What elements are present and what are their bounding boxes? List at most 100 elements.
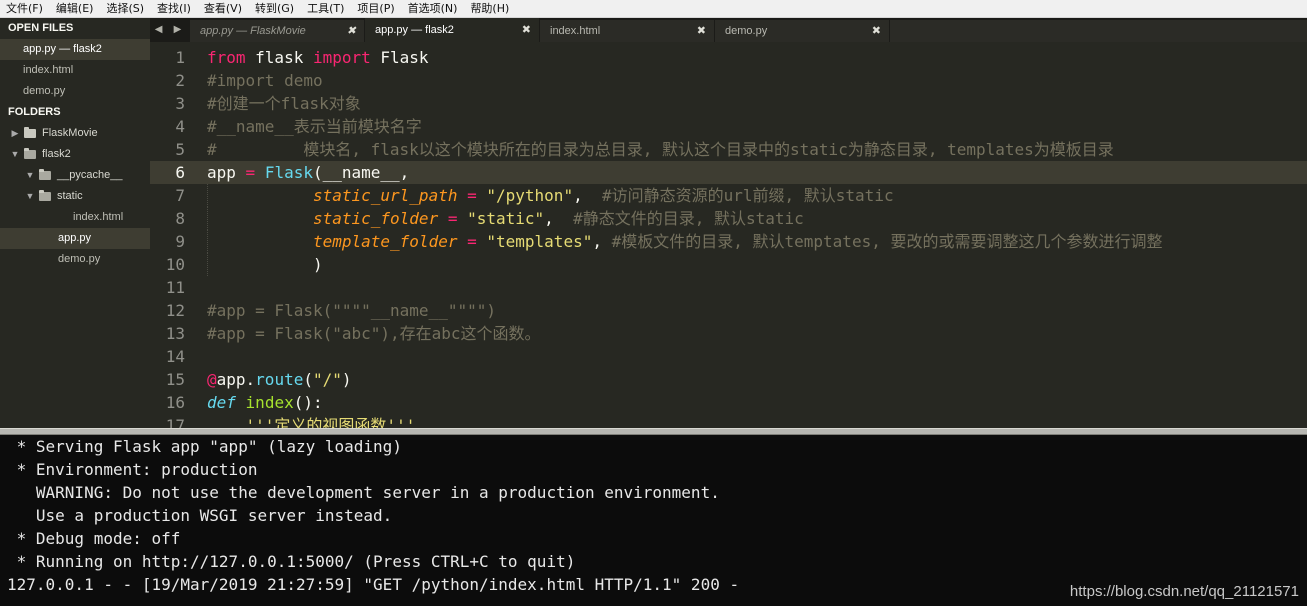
code-line-11[interactable]	[207, 276, 1307, 299]
code-line-6-current[interactable]: app = Flask(__name__,	[200, 161, 1307, 184]
token-comment: #静态文件的目录, 默认static	[573, 209, 804, 228]
code-line-5[interactable]: # 模块名, flask以这个模块所在的目录为总目录, 默认这个目录中的stat…	[207, 138, 1307, 161]
indent-guide	[207, 230, 208, 253]
code-line-13[interactable]: #app = Flask("abc"),存在abc这个函数。	[207, 322, 1307, 345]
tree-file-app-py[interactable]: app.py	[0, 228, 150, 249]
code-line-3[interactable]: #创建一个flask对象	[207, 92, 1307, 115]
console-line: Use a production WSGI server instead.	[7, 506, 393, 525]
folder-static[interactable]: ▼ static	[0, 186, 150, 207]
menu-edit[interactable]: 编辑(E)	[50, 0, 101, 17]
tree-file-demo-py[interactable]: demo.py	[0, 249, 150, 270]
menu-find[interactable]: 查找(I)	[151, 0, 198, 17]
line-number: 3	[175, 94, 185, 113]
line-number: 11	[165, 278, 185, 297]
tab-label: app.py — FlaskMovie	[200, 25, 306, 37]
token-separator: ,	[544, 209, 574, 228]
open-file-index-html[interactable]: index.html	[0, 60, 150, 81]
menu-view[interactable]: 查看(V)	[198, 0, 249, 17]
tab-index-html[interactable]: index.html ✖	[540, 20, 715, 42]
menu-help[interactable]: 帮助(H)	[464, 0, 516, 17]
token-args: (__name__,	[312, 163, 410, 182]
menu-preferences[interactable]: 首选项(N)	[402, 0, 465, 17]
token-comment: #创建一个flask对象	[207, 94, 361, 113]
code-line-12[interactable]: #app = Flask(""""__name__"""")	[207, 299, 1307, 322]
code-line-16[interactable]: def index():	[207, 391, 1307, 414]
line-number: 13	[165, 324, 185, 343]
code-lines[interactable]: from flask import Flask #import demo #创建…	[200, 46, 1307, 428]
line-number: 4	[175, 117, 185, 136]
tab-app-py-flaskmovie[interactable]: app.py — FlaskMovie ✖	[190, 20, 365, 42]
console-line: * Running on http://127.0.0.1:5000/ (Pre…	[7, 552, 576, 571]
open-file-app-py[interactable]: app.py — flask2	[0, 39, 150, 60]
token-comment: #app = Flask(""""__name__"""")	[207, 301, 496, 320]
menu-tools[interactable]: 工具(T)	[301, 0, 351, 17]
code-line-14[interactable]	[207, 345, 1307, 368]
token-comment: #模板文件的目录, 默认temptates, 要改的或需要调整这几个参数进行调整	[611, 232, 1163, 251]
line-number-current: 6	[150, 161, 200, 184]
panel-splitter[interactable]	[0, 428, 1307, 435]
tab-app-py-flask2[interactable]: app.py — flask2 ✖	[365, 18, 540, 42]
folders-heading: FOLDERS	[8, 106, 61, 118]
open-folder-icon	[39, 190, 51, 201]
code-line-15[interactable]: @app.route("/")	[207, 368, 1307, 391]
indent-guide	[207, 253, 208, 276]
code-line-9[interactable]: template_folder = "templates", #模板文件的目录,…	[207, 230, 1307, 253]
expanded-arrow-icon[interactable]: ▼	[10, 144, 20, 165]
expanded-arrow-icon[interactable]: ▼	[25, 186, 35, 207]
token-string: "templates"	[486, 232, 593, 251]
token-parameter: template_folder	[312, 232, 458, 251]
watermark-url: https://blog.csdn.net/qq_21121571	[1069, 583, 1299, 600]
line-number: 12	[165, 301, 185, 320]
code-line-8[interactable]: static_folder = "static", #静态文件的目录, 默认st…	[207, 207, 1307, 230]
menu-project[interactable]: 项目(P)	[351, 0, 401, 17]
expanded-arrow-icon[interactable]: ▼	[25, 165, 35, 186]
tab-demo-py[interactable]: demo.py ✖	[715, 20, 890, 42]
close-icon[interactable]: ✖	[872, 20, 881, 42]
close-icon[interactable]: ✖	[347, 20, 356, 42]
folder-label: flask2	[42, 148, 71, 160]
token-name: Flask	[370, 48, 429, 67]
open-file-demo-py[interactable]: demo.py	[0, 81, 150, 102]
folder-flaskmovie[interactable]: ▶ FlaskMovie	[0, 123, 150, 144]
menu-goto[interactable]: 转到(G)	[249, 0, 301, 17]
tab-bar-empty-area[interactable]	[890, 20, 1307, 42]
code-line-10[interactable]: )	[207, 253, 1307, 276]
code-editor[interactable]: 1 2 3 4 5 6 7 8 9 10 11 12 13 14 15 16 1…	[150, 42, 1307, 428]
tab-bar: ◀ ▶ app.py — FlaskMovie ✖ app.py — flask…	[150, 18, 1307, 42]
tab-label: app.py — flask2	[375, 24, 454, 36]
token-paren: )	[312, 255, 323, 274]
token-module: flask	[245, 48, 313, 67]
open-folder-icon	[24, 148, 36, 159]
indent-guide	[207, 207, 208, 230]
code-line-17[interactable]: '''定义的视图函数'''	[207, 414, 1307, 428]
collapsed-arrow-icon[interactable]: ▶	[10, 123, 20, 144]
token-object: app.	[216, 370, 256, 389]
token-operator: =	[235, 163, 265, 182]
console-line: WARNING: Do not use the development serv…	[7, 483, 720, 502]
tree-file-static-index-html[interactable]: index.html	[0, 207, 150, 228]
menu-file[interactable]: 文件(F)	[0, 0, 50, 17]
tab-label: index.html	[550, 25, 601, 37]
code-line-1[interactable]: from flask import Flask	[207, 46, 1307, 69]
token-variable: app	[207, 163, 236, 182]
console-output-panel[interactable]: * Serving Flask app "app" (lazy loading)…	[0, 435, 1307, 606]
token-string: "static"	[467, 209, 545, 228]
close-icon[interactable]: ✖	[697, 20, 706, 42]
line-number: 2	[175, 71, 185, 90]
code-line-7[interactable]: static_url_path = "/python", #访问静态资源的url…	[207, 184, 1307, 207]
line-number: 9	[175, 232, 185, 251]
token-operator: =	[457, 232, 487, 251]
folder-flask2[interactable]: ▼ flask2	[0, 144, 150, 165]
folder-icon	[24, 127, 36, 138]
open-files-heading: OPEN FILES	[8, 22, 74, 34]
code-line-2[interactable]: #import demo	[207, 69, 1307, 92]
folder-pycache[interactable]: ▼ __pycache__	[0, 165, 150, 186]
token-string: "/"	[312, 370, 342, 389]
close-icon[interactable]: ✖	[522, 18, 531, 42]
tab-nav-arrows-icon[interactable]: ◀ ▶	[150, 18, 190, 42]
menu-selection[interactable]: 选择(S)	[100, 0, 151, 17]
code-line-4[interactable]: #__name__表示当前模块名字	[207, 115, 1307, 138]
